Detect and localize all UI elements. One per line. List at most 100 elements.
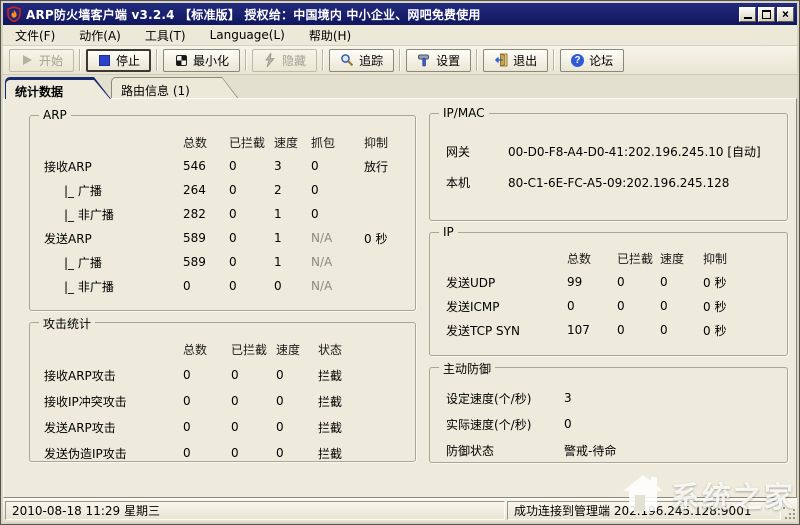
- trace-button[interactable]: 追踪: [329, 49, 394, 72]
- defense-status-value: 警戒-待命: [564, 442, 787, 459]
- cell: 0: [617, 299, 660, 313]
- column-header: 抑制: [703, 250, 787, 267]
- row-label: 防御状态: [446, 442, 564, 459]
- app-window: ARP防火墙客户端 v3.2.4 【标准版】 授权给：中国境内 中小企业、网吧免…: [0, 0, 800, 525]
- column-header: 已拦截: [231, 341, 276, 358]
- menu-language[interactable]: Language(L): [202, 26, 293, 44]
- hide-button-label: 隐藏: [282, 52, 306, 69]
- toolbar-separator: [156, 49, 158, 71]
- arp-table: 总数 已拦截 速度 抓包 抑制 接收ARP 546 0 3 0 放行 |_ 广播…: [30, 116, 415, 298]
- stop-button[interactable]: 停止: [86, 49, 151, 72]
- cell: 0: [617, 275, 660, 289]
- cell: 1: [274, 255, 311, 269]
- minimize-to-tray-button[interactable]: 最小化: [163, 49, 240, 72]
- cell: 0: [660, 323, 703, 337]
- cell: 0: [231, 446, 276, 460]
- minimize-button[interactable]: [739, 7, 756, 22]
- row-label: 发送ICMP: [446, 298, 567, 315]
- ipmac-table: 网关 00-D0-F8-A4-D0-41:202.196.245.10 [自动]…: [430, 114, 787, 198]
- arp-group-title: ARP: [39, 108, 71, 122]
- menu-file[interactable]: 文件(F): [7, 25, 63, 46]
- resize-grip[interactable]: [783, 507, 796, 520]
- cell: 0: [229, 159, 274, 173]
- cell: 0: [276, 420, 318, 434]
- stop-button-label: 停止: [116, 52, 140, 69]
- close-icon: ×: [782, 8, 789, 20]
- ipmac-groupbox: IP/MAC 网关 00-D0-F8-A4-D0-41:202.196.245.…: [429, 113, 788, 221]
- tab-route-info[interactable]: 路由信息 (1): [111, 77, 239, 99]
- gateway-mac-ip-value: 00-D0-F8-A4-D0-41:202.196.245.10 [自动]: [508, 143, 787, 160]
- cell: 0: [274, 279, 311, 293]
- column-header: 总数: [183, 134, 229, 151]
- row-label: 发送ARP: [44, 230, 183, 247]
- cell: 0: [229, 255, 274, 269]
- toolbar-separator: [553, 49, 555, 71]
- row-label: 本机: [446, 174, 508, 191]
- lightning-icon: [263, 53, 277, 67]
- exit-door-icon: [494, 53, 508, 67]
- maximize-button[interactable]: [758, 7, 775, 22]
- maximize-icon: [762, 10, 771, 19]
- cell: 0: [660, 299, 703, 313]
- ip-table: 总数 已拦截 速度 抑制 发送UDP 99 0 0 0 秒 发送ICMP 0 0…: [430, 233, 787, 342]
- minimize-flag-icon: [174, 53, 188, 67]
- cell: 0: [311, 159, 364, 173]
- column-header: 已拦截: [617, 250, 660, 267]
- hide-button[interactable]: 隐藏: [252, 49, 317, 72]
- row-label: 设定速度(个/秒): [446, 390, 564, 407]
- cell: 放行: [364, 158, 415, 175]
- tab-statistics[interactable]: 统计数据: [5, 77, 111, 99]
- cell: 264: [183, 183, 229, 197]
- cell: 拦截: [318, 367, 415, 384]
- cell: 0: [617, 323, 660, 337]
- column-header: 总数: [567, 250, 617, 267]
- ip-group-title: IP: [439, 225, 458, 239]
- cell: 拦截: [318, 419, 415, 436]
- column-header: 已拦截: [229, 134, 274, 151]
- cell: 589: [183, 255, 229, 269]
- cell: 0 秒: [703, 322, 787, 339]
- cell: 0: [231, 394, 276, 408]
- ip-groupbox: IP 总数 已拦截 速度 抑制 发送UDP 99 0 0 0 秒 发送ICMP …: [429, 232, 788, 356]
- row-label: 实际速度(个/秒): [446, 416, 564, 433]
- cell: 0: [229, 183, 274, 197]
- settings-button[interactable]: 设置: [406, 49, 471, 72]
- cell: 0: [229, 279, 274, 293]
- row-label: |_ 非广播: [44, 278, 183, 295]
- cell: 2: [274, 183, 311, 197]
- menu-action[interactable]: 动作(A): [71, 25, 129, 46]
- menu-bar: 文件(F) 动作(A) 工具(T) Language(L) 帮助(H): [3, 25, 797, 46]
- tab-statistics-label: 统计数据: [5, 77, 111, 100]
- tab-route-info-label: 路由信息 (1): [111, 77, 239, 99]
- column-header: 速度: [660, 250, 703, 267]
- row-label: 接收IP冲突攻击: [44, 393, 183, 410]
- menu-tools[interactable]: 工具(T): [137, 25, 194, 46]
- cell: N/A: [311, 255, 364, 269]
- forum-button[interactable]: ? 论坛: [560, 49, 624, 72]
- status-connection: 成功连接到管理端 202.196.245.128:9001: [507, 501, 781, 520]
- statistics-page: ARP 总数 已拦截 速度 抓包 抑制 接收ARP 546 0 3 0 放行 |…: [3, 98, 797, 498]
- attack-stats-title: 攻击统计: [39, 315, 95, 332]
- magnifier-icon: [340, 53, 354, 67]
- row-label: 发送ARP攻击: [44, 419, 183, 436]
- cell: 107: [567, 323, 617, 337]
- cell: 0: [276, 394, 318, 408]
- exit-button[interactable]: 退出: [483, 49, 548, 72]
- cell: 0: [311, 207, 364, 221]
- cell: 546: [183, 159, 229, 173]
- window-title: ARP防火墙客户端 v3.2.4 【标准版】 授权给：中国境内 中小企业、网吧免…: [26, 6, 735, 23]
- cell: 0: [183, 279, 229, 293]
- cell: N/A: [311, 279, 364, 293]
- close-button[interactable]: ×: [777, 7, 794, 22]
- ipmac-group-title: IP/MAC: [439, 106, 489, 120]
- cell: 1: [274, 207, 311, 221]
- attack-stats-groupbox: 攻击统计 总数 已拦截 速度 状态 接收ARP攻击 0 0 0 拦截 接收IP冲…: [29, 322, 416, 462]
- column-header: 抓包: [311, 134, 364, 151]
- row-label: 网关: [446, 143, 508, 160]
- menu-help[interactable]: 帮助(H): [301, 25, 359, 46]
- start-button[interactable]: 开始: [9, 49, 74, 72]
- forum-button-label: 论坛: [589, 52, 613, 69]
- cell: 282: [183, 207, 229, 221]
- cell: 拦截: [318, 445, 415, 462]
- cell: 0: [229, 207, 274, 221]
